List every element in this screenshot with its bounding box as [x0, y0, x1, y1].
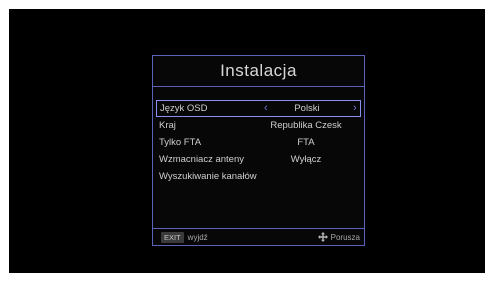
four-arrow-move-icon	[317, 232, 328, 242]
menu-item-channel-search[interactable]: Wyszukiwanie kanałów	[156, 168, 361, 185]
chevron-right-icon[interactable]: ›	[353, 102, 357, 114]
dialog-title: Instalacja	[220, 61, 297, 80]
menu-item-label: Wyszukiwanie kanałów	[159, 171, 257, 182]
menu-item-fta-only[interactable]: Tylko FTA FTA	[156, 134, 361, 151]
tv-screen: Instalacja Język OSD ‹ Polski › Kraj Rep…	[9, 9, 485, 273]
menu-item-value: FTA	[297, 137, 315, 148]
menu-item-label: Tylko FTA	[159, 137, 202, 148]
exit-hint-text: wyjdź	[187, 232, 208, 242]
menu-item-label: Kraj	[159, 120, 176, 131]
chevron-left-icon[interactable]: ‹	[264, 102, 268, 114]
menu-item-osd-language[interactable]: Język OSD ‹ Polski ›	[156, 100, 361, 117]
menu-item-value: Polski	[294, 103, 320, 114]
menu-item-value: Republika Czesk	[270, 120, 342, 131]
move-hint-text: Porusza	[330, 232, 360, 242]
dialog-footer: EXIT wyjdź Porusza	[153, 228, 364, 245]
menu-item-value: Wyłącz	[290, 154, 322, 165]
dialog-title-bar: Instalacja	[153, 56, 364, 87]
menu-item-antenna-amplifier[interactable]: Wzmacniacz anteny Wyłącz	[156, 151, 361, 168]
installation-dialog: Instalacja Język OSD ‹ Polski › Kraj Rep…	[152, 55, 365, 246]
menu-item-label: Wzmacniacz anteny	[159, 154, 245, 165]
move-hint: Porusza	[317, 232, 360, 242]
exit-key-badge[interactable]: EXIT	[161, 231, 184, 243]
menu-item-label: Język OSD	[160, 103, 208, 114]
settings-menu: Język OSD ‹ Polski › Kraj Republika Czes…	[156, 100, 361, 185]
menu-item-country[interactable]: Kraj Republika Czesk	[156, 117, 361, 134]
